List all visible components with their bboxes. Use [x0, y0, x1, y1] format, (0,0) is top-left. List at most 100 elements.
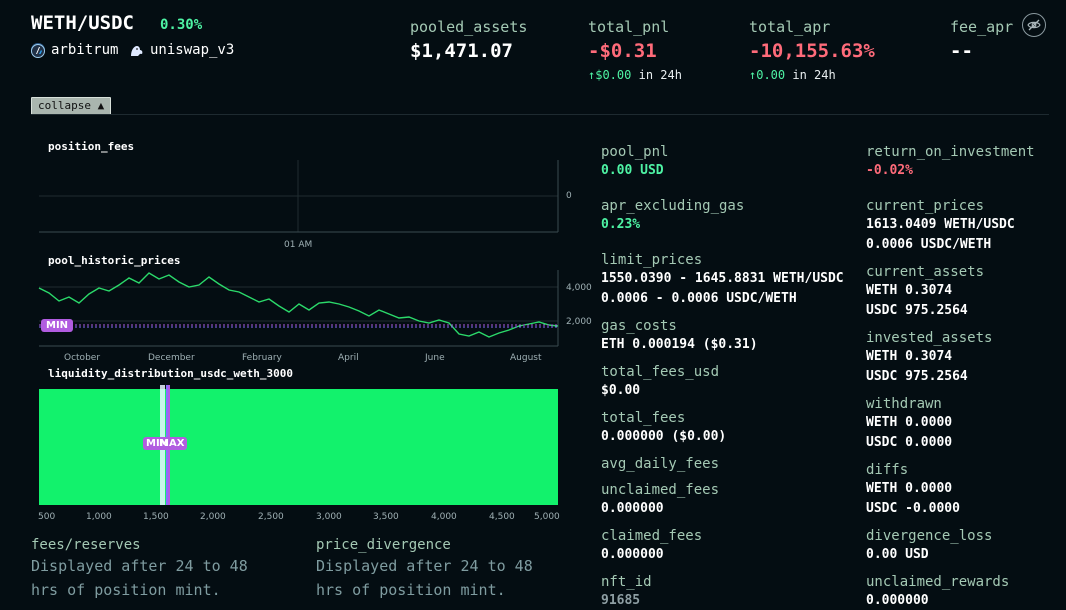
chain-name: arbitrum [51, 42, 119, 58]
dex-tag[interactable]: uniswap_v3 [128, 42, 234, 58]
x-tick-label: 3,000 [316, 512, 342, 522]
total-fees-label: total_fees [601, 410, 686, 426]
invested-assets-value: WETH 0.3074 [866, 349, 953, 364]
caret-up-icon: ▲ [97, 99, 105, 112]
pool-pnl-value: 0.00 USD [601, 163, 664, 178]
x-tick-label: February [242, 353, 282, 363]
fee-apr-label: fee_apr [950, 18, 1014, 36]
x-tick-label: 2,500 [258, 512, 284, 522]
liquidity-distribution-title: liquidity_distribution_usdc_weth_3000 [48, 367, 294, 380]
fees-reserves-label: fees/reserves [31, 537, 141, 553]
pooled-assets-label: pooled_assets [410, 18, 528, 36]
range-badge: MIN MAX [143, 437, 188, 450]
current-assets-label: current_assets [866, 264, 985, 280]
x-tick-label: 4,000 [431, 512, 457, 522]
price-divergence-note: Displayed after 24 to 48 hrs of position… [316, 557, 533, 599]
avg-daily-fees-label: avg_daily_fees [601, 456, 720, 472]
limit-prices-label: limit_prices [601, 252, 703, 268]
unclaimed-rewards-label: unclaimed_rewards [866, 574, 1010, 590]
withdrawn-value: WETH 0.0000 [866, 415, 953, 430]
withdrawn-value: USDC 0.0000 [866, 435, 953, 450]
x-tick-label: 5,000 [534, 512, 560, 522]
y-tick-label: 4,000 [566, 283, 592, 293]
uniswap-icon [128, 43, 144, 57]
total-pnl-label: total_pnl [588, 18, 670, 36]
apr-excluding-gas-label: apr_excluding_gas [601, 198, 745, 214]
x-tick-label: 3,500 [373, 512, 399, 522]
total-apr-label: total_apr [749, 18, 831, 36]
x-tick-label: 2,000 [200, 512, 226, 522]
divergence-loss-label: divergence_loss [866, 528, 993, 544]
unclaimed-fees-value: 0.000000 [601, 501, 664, 516]
min-price-badge: MIN [41, 319, 74, 332]
total-fees-value: 0.000000 ($0.00) [601, 429, 727, 444]
dex-name: uniswap_v3 [150, 42, 235, 58]
nft-id-label: nft_id [601, 574, 652, 590]
x-tick-label: 1,000 [86, 512, 112, 522]
x-tick-label: June [425, 353, 445, 363]
pooled-assets-value: $1,471.07 [410, 40, 513, 62]
y-tick-label: 2,000 [566, 317, 592, 327]
current-prices-value: 1613.0409 WETH/USDC [866, 217, 1015, 232]
total-fees-usd-value: $0.00 [601, 383, 641, 398]
return-on-investment-value: -0.02% [866, 163, 913, 178]
liquidity-area [39, 389, 558, 505]
limit-prices-value: 1550.0390 - 1645.8831 WETH/USDC [601, 271, 844, 286]
x-tick-label: December [148, 353, 195, 363]
position-fees-title: position_fees [48, 140, 135, 153]
fee-apr-value: -- [950, 40, 973, 62]
total-pnl-change-value: $0.00 [595, 68, 632, 82]
x-tick-label: 01 AM [284, 240, 313, 250]
collapse-button[interactable]: collapse ▲ [31, 97, 112, 115]
total-fees-usd-label: total_fees_usd [601, 364, 720, 380]
fee-tier-badge: 0.30% [160, 17, 203, 33]
x-tick-label: 4,500 [489, 512, 515, 522]
total-apr-change-value: 0.00 [756, 68, 786, 82]
invested-assets-value: USDC 975.2564 [866, 369, 968, 384]
x-tick-label: 1,500 [143, 512, 169, 522]
total-apr-change-suffix: in 24h [792, 68, 836, 82]
total-pnl-change-suffix: in 24h [638, 68, 682, 82]
arbitrum-icon [31, 43, 45, 58]
eye-slash-icon [1027, 19, 1041, 31]
diffs-value: USDC -0.0000 [866, 501, 960, 516]
current-prices-label: current_prices [866, 198, 985, 214]
limit-prices-value: 0.0006 - 0.0006 USDC/WETH [601, 291, 797, 306]
current-assets-value: USDC 975.2564 [866, 303, 968, 318]
total-apr-value: -10,155.63% [749, 40, 875, 62]
return-on-investment-label: return_on_investment [866, 144, 1035, 160]
pool-pnl-label: pool_pnl [601, 144, 669, 160]
total-pnl-value: -$0.31 [588, 40, 657, 62]
unclaimed-fees-label: unclaimed_fees [601, 482, 720, 498]
claimed-fees-value: 0.000000 [601, 547, 664, 562]
y-tick-label: 0 [566, 191, 572, 201]
total-pnl-change: ↑$0.00 in 24h [588, 68, 682, 82]
max-label: MAX [159, 438, 185, 449]
diffs-value: WETH 0.0000 [866, 481, 953, 496]
price-divergence-label: price_divergence [316, 537, 451, 553]
hide-values-button[interactable] [1022, 13, 1046, 37]
pool-historic-prices-chart [38, 270, 559, 347]
diffs-label: diffs [866, 462, 909, 478]
current-assets-value: WETH 0.3074 [866, 283, 953, 298]
gas-costs-label: gas_costs [601, 318, 677, 334]
divider [31, 114, 1049, 115]
apr-excluding-gas-value: 0.23% [601, 217, 641, 232]
divergence-loss-value: 0.00 USD [866, 547, 929, 562]
nft-id-value[interactable]: 91685 [601, 593, 640, 608]
gas-costs-value: ETH 0.000194 ($0.31) [601, 337, 758, 352]
x-tick-label: 500 [38, 512, 56, 522]
unclaimed-rewards-value: 0.000000 [866, 593, 929, 608]
withdrawn-label: withdrawn [866, 396, 942, 412]
pair-title: WETH/USDC [31, 12, 134, 34]
x-tick-label: October [64, 353, 101, 363]
invested-assets-label: invested_assets [866, 330, 993, 346]
x-tick-label: August [510, 353, 542, 363]
total-apr-change: ↑0.00 in 24h [749, 68, 836, 82]
chain-tag[interactable]: arbitrum [31, 42, 118, 58]
x-tick-label: April [338, 353, 359, 363]
fees-reserves-note: Displayed after 24 to 48 hrs of position… [31, 557, 248, 599]
current-prices-value: 0.0006 USDC/WETH [866, 237, 992, 252]
collapse-label: collapse [38, 99, 91, 112]
liquidity-distribution-chart [39, 385, 558, 505]
